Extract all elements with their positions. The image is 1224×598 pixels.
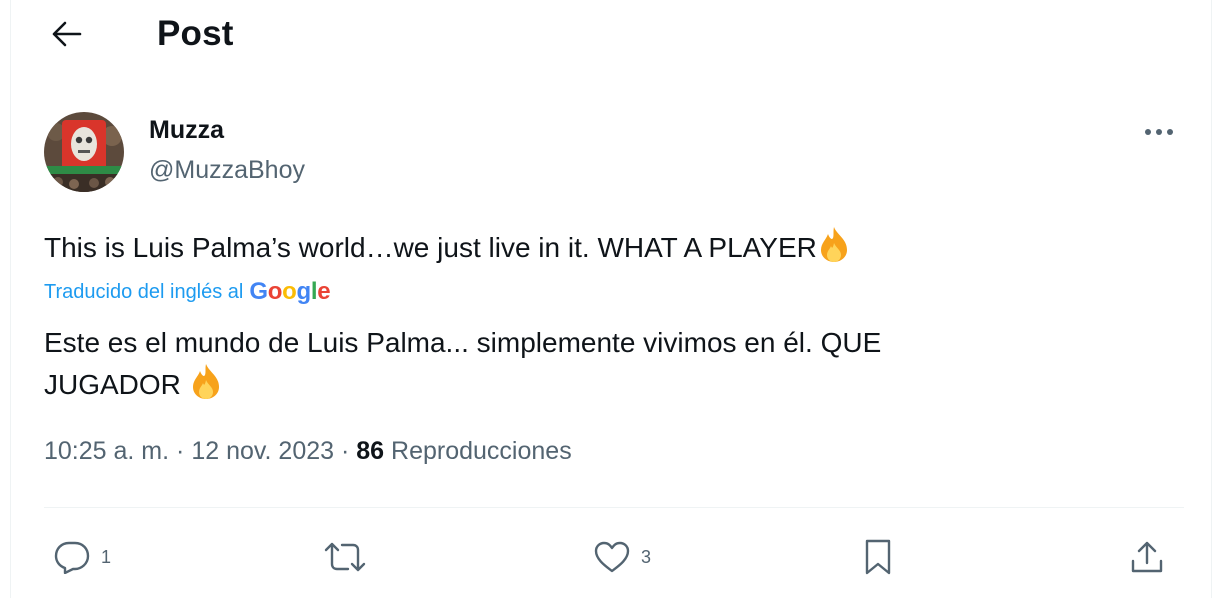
arrow-left-icon	[52, 21, 82, 47]
avatar-image	[44, 112, 124, 192]
tweet-body: This is Luis Palma’s world…we just live …	[44, 232, 817, 263]
share-button[interactable]	[1129, 530, 1165, 584]
translated-text: Este es el mundo de Luis Palma... simple…	[44, 324, 1144, 404]
like-button[interactable]: 3	[593, 530, 651, 584]
author-handle[interactable]: @MuzzaBhoy	[149, 156, 305, 185]
more-options-button[interactable]	[1139, 116, 1179, 148]
reply-count: 1	[101, 546, 112, 567]
translation-line-1: Este es el mundo de Luis Palma... simple…	[44, 327, 882, 358]
translation-line-2: JUGADOR	[44, 362, 1144, 404]
google-logo: Google	[249, 278, 330, 306]
google-logo-letter: o	[282, 278, 297, 305]
divider	[44, 507, 1184, 508]
translation-line-2-text: JUGADOR	[44, 369, 181, 400]
post-header: Post	[11, 0, 1211, 72]
meta-separator: ·	[176, 437, 185, 465]
google-logo-letter: G	[249, 278, 268, 305]
avatar[interactable]	[44, 112, 124, 192]
post-detail-panel: Post Muzza @MuzzaBhoy This is Luis Palma…	[10, 0, 1212, 598]
views-count: 86	[356, 437, 385, 465]
fire-emoji	[820, 227, 847, 262]
reply-icon	[54, 541, 90, 574]
repost-button[interactable]	[323, 530, 367, 584]
translation-attribution: Traducido del inglés al Google	[44, 277, 331, 307]
page-title: Post	[157, 14, 234, 53]
more-dots-icon	[1145, 129, 1173, 135]
fire-emoji	[192, 364, 219, 399]
google-logo-letter: o	[267, 278, 283, 305]
author-display-name[interactable]: Muzza	[149, 116, 224, 145]
tweet-text: This is Luis Palma’s world…we just live …	[44, 225, 1164, 267]
reply-button[interactable]: 1	[53, 530, 111, 584]
like-count: 3	[641, 546, 652, 567]
meta-separator: ·	[340, 437, 350, 465]
bookmark-icon	[865, 539, 891, 575]
post-date[interactable]: 12 nov. 2023	[191, 437, 334, 465]
heart-icon	[594, 541, 630, 573]
translated-label[interactable]: Traducido del inglés al	[44, 281, 243, 304]
repost-icon	[324, 542, 366, 572]
post-time[interactable]: 10:25 a. m.	[44, 437, 169, 465]
back-button[interactable]	[47, 14, 87, 54]
bookmark-button[interactable]	[863, 530, 893, 584]
google-logo-letter: e	[317, 278, 331, 305]
views-label: Reproducciones	[391, 437, 572, 465]
post-metadata: 10:25 a. m. · 12 nov. 2023 · 86 Reproduc…	[44, 437, 572, 466]
google-logo-letter: g	[296, 278, 312, 305]
post-actions: 1 3	[11, 530, 1211, 584]
share-icon	[1131, 541, 1163, 573]
